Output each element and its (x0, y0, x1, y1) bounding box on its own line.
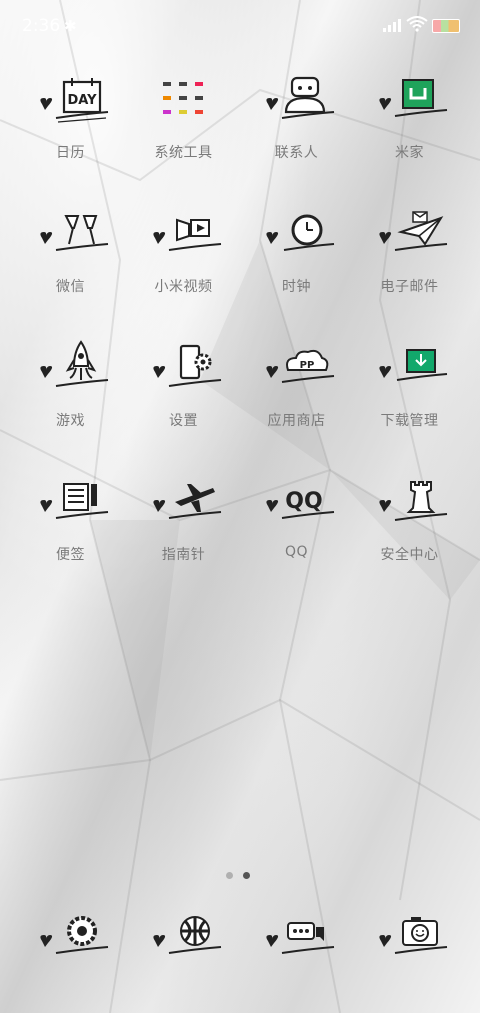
bluetooth-icon: ✱ (64, 17, 77, 35)
app-contacts[interactable]: 联系人 (240, 60, 353, 180)
calendar-icon: DAY (40, 78, 109, 123)
app-label: 微信 (56, 279, 85, 295)
status-time: 2:36 (22, 16, 61, 36)
app-label: 联系人 (274, 145, 319, 161)
downloads-icon (379, 349, 448, 381)
app-notes[interactable]: 便签 (14, 462, 127, 582)
battery-icon (432, 19, 460, 33)
system-tools-icon (163, 82, 203, 114)
compass-icon (153, 484, 222, 519)
dock (0, 905, 480, 975)
phone-icon (40, 916, 109, 954)
settings-icon (153, 344, 222, 387)
app-system-tools[interactable]: 系统工具 (127, 60, 240, 180)
app-games[interactable]: 游戏 (14, 328, 127, 448)
app-label: 日历 (56, 145, 85, 161)
browser-icon (153, 916, 222, 954)
mijia-icon (379, 79, 448, 117)
video-icon (153, 218, 222, 251)
notes-icon (40, 483, 109, 519)
app-downloads[interactable]: 下载管理 (353, 328, 466, 448)
app-video[interactable]: 小米视频 (127, 194, 240, 314)
app-label: 小米视频 (154, 279, 213, 295)
app-store-icon: PP (266, 349, 335, 383)
calendar-day-text: DAY (67, 93, 97, 108)
app-settings[interactable]: 设置 (127, 328, 240, 448)
app-compass[interactable]: 指南针 (127, 462, 240, 582)
app-label: 时钟 (282, 279, 311, 295)
app-calendar[interactable]: DAY 日历 (14, 60, 127, 180)
app-label: 游戏 (56, 413, 85, 429)
app-clock[interactable]: 时钟 (240, 194, 353, 314)
app-label: 下载管理 (380, 413, 439, 429)
games-icon (40, 340, 109, 387)
app-label: 应用商店 (267, 413, 326, 429)
app-email[interactable]: 电子邮件 (353, 194, 466, 314)
status-bar: 2:36 ✱ (0, 0, 480, 52)
app-label: 指南针 (161, 547, 206, 563)
app-label: 安全中心 (380, 547, 439, 563)
security-icon (379, 481, 448, 521)
wechat-icon (40, 215, 109, 251)
camera-icon (379, 917, 448, 954)
app-mijia[interactable]: 米家 (353, 60, 466, 180)
signal-icon (383, 19, 401, 32)
app-label: 米家 (395, 145, 424, 161)
email-icon (379, 211, 448, 251)
wifi-icon (406, 16, 428, 32)
dock-camera[interactable] (353, 905, 466, 975)
dock-phone[interactable] (14, 905, 127, 975)
qq-logo-text: QQ (285, 489, 322, 514)
app-label: 系统工具 (154, 145, 213, 161)
svg-text:PP: PP (300, 360, 315, 371)
app-label: QQ (284, 544, 309, 560)
qq-icon: QQ (266, 489, 335, 519)
app-wechat[interactable]: 微信 (14, 194, 127, 314)
page-dot-2[interactable] (243, 872, 250, 879)
dock-messages[interactable] (240, 905, 353, 975)
app-store[interactable]: PP 应用商店 (240, 328, 353, 448)
dock-browser[interactable] (127, 905, 240, 975)
page-indicator[interactable] (226, 872, 256, 880)
page-dot-1[interactable] (226, 872, 233, 879)
clock-icon (266, 214, 335, 251)
app-label: 便签 (56, 547, 85, 563)
app-qq[interactable]: QQ QQ (240, 462, 353, 582)
messages-icon (266, 922, 335, 954)
app-label: 电子邮件 (380, 279, 439, 295)
app-label: 设置 (169, 413, 198, 429)
contacts-icon (266, 76, 335, 119)
app-security[interactable]: 安全中心 (353, 462, 466, 582)
